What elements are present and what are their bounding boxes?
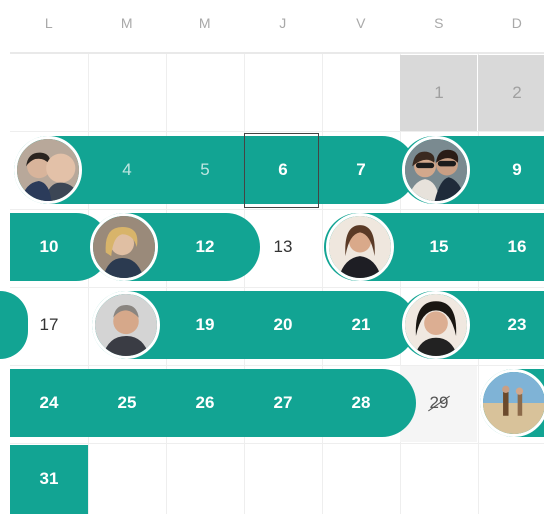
day-number-16[interactable]: 16: [478, 213, 544, 281]
day-number-5[interactable]: 5: [166, 136, 244, 204]
guest-avatar-blonde[interactable]: [90, 213, 158, 281]
today-marker[interactable]: [244, 133, 319, 208]
day-number-2: 2: [512, 83, 522, 102]
weekday-thu: J: [279, 15, 287, 31]
weekday-fri: V: [356, 15, 366, 31]
day-number-17[interactable]: 17: [10, 291, 88, 359]
day-number-21[interactable]: 21: [322, 291, 400, 359]
weekday-sat: S: [434, 15, 444, 31]
guest-avatar-beach[interactable]: [480, 369, 544, 437]
weekday-wed: M: [198, 15, 212, 31]
guest-avatar-pair[interactable]: [402, 136, 470, 204]
day-number-7[interactable]: 7: [322, 136, 400, 204]
day-number-9[interactable]: 9: [478, 136, 544, 204]
day-number-1: 1: [434, 83, 444, 102]
day-number-25[interactable]: 25: [88, 369, 166, 437]
guest-avatar-woman[interactable]: [402, 291, 470, 359]
weekday-mon: L: [44, 15, 54, 31]
day-number-31[interactable]: 31: [10, 445, 88, 513]
day-number-4[interactable]: 4: [88, 136, 166, 204]
day-number-12[interactable]: 12: [166, 213, 244, 281]
day-number-28[interactable]: 28: [322, 369, 400, 437]
day-number-23[interactable]: 23: [478, 291, 544, 359]
day-number-20[interactable]: 20: [244, 291, 322, 359]
day-number-24[interactable]: 24: [10, 369, 88, 437]
weekday-sun: D: [511, 15, 523, 31]
weekday-tue: M: [120, 15, 134, 31]
day-number-27[interactable]: 27: [244, 369, 322, 437]
day-number-13[interactable]: 13: [244, 213, 322, 281]
guest-avatar-brunette[interactable]: [326, 213, 394, 281]
guest-avatar-couple[interactable]: [14, 136, 82, 204]
day-number-15[interactable]: 15: [400, 213, 478, 281]
day-number-26[interactable]: 26: [166, 369, 244, 437]
weekday-header: L M M J V S D: [0, 0, 544, 52]
day-number-19[interactable]: 19: [166, 291, 244, 359]
guest-avatar-man[interactable]: [92, 291, 160, 359]
day-number-10[interactable]: 10: [10, 213, 88, 281]
